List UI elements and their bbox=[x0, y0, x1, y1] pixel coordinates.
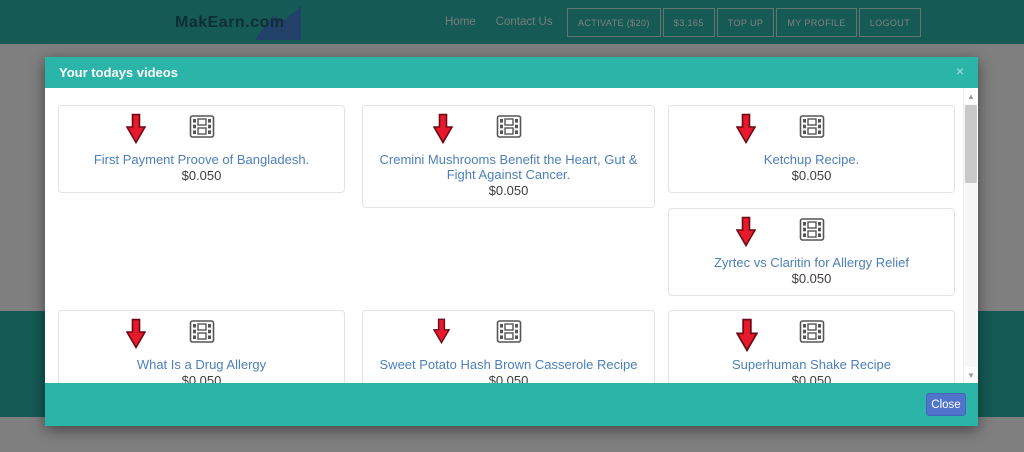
film-icon bbox=[189, 320, 214, 343]
video-card[interactable]: Ketchup Recipe. $0.050 bbox=[668, 105, 955, 193]
film-icon bbox=[799, 218, 824, 241]
close-icon[interactable]: × bbox=[956, 64, 964, 78]
video-card[interactable]: Cremini Mushrooms Benefit the Heart, Gut… bbox=[362, 105, 655, 208]
modal-title: Your todays videos bbox=[59, 65, 178, 80]
close-button[interactable]: Close bbox=[926, 393, 966, 416]
video-title-link[interactable]: First Payment Proove of Bangladesh. bbox=[94, 152, 309, 167]
todays-videos-modal: Your todays videos × bbox=[45, 57, 978, 426]
video-price: $0.050 bbox=[489, 373, 529, 383]
film-icon bbox=[189, 115, 214, 138]
card-icons bbox=[59, 318, 344, 354]
film-icon bbox=[496, 320, 521, 343]
film-icon bbox=[496, 115, 521, 138]
film-icon bbox=[799, 115, 824, 138]
video-card[interactable]: Zyrtec vs Claritin for Allergy Relief $0… bbox=[668, 208, 955, 296]
scroll-up-icon[interactable]: ▲ bbox=[964, 88, 978, 104]
red-arrow-down-icon bbox=[736, 318, 758, 352]
card-icons bbox=[363, 318, 654, 354]
film-icon bbox=[799, 320, 824, 343]
video-price: $0.050 bbox=[792, 168, 832, 183]
red-arrow-down-icon bbox=[126, 318, 146, 349]
card-icons bbox=[669, 113, 954, 149]
video-card[interactable]: Sweet Potato Hash Brown Casserole Recipe… bbox=[362, 310, 655, 383]
red-arrow-down-icon bbox=[736, 216, 756, 247]
video-price: $0.050 bbox=[182, 168, 222, 183]
video-title-link[interactable]: Zyrtec vs Claritin for Allergy Relief bbox=[714, 255, 909, 270]
video-title-link[interactable]: Cremini Mushrooms Benefit the Heart, Gut… bbox=[372, 152, 646, 182]
video-title-link[interactable]: Sweet Potato Hash Brown Casserole Recipe bbox=[380, 357, 638, 372]
video-price: $0.050 bbox=[792, 271, 832, 286]
modal-scrollbar[interactable]: ▲ ▼ bbox=[963, 88, 977, 383]
scrollbar-thumb[interactable] bbox=[965, 105, 977, 183]
red-arrow-down-icon bbox=[736, 113, 756, 144]
modal-header: Your todays videos × bbox=[45, 57, 978, 88]
scroll-down-icon[interactable]: ▼ bbox=[964, 367, 978, 383]
video-card[interactable]: First Payment Proove of Bangladesh. $0.0… bbox=[58, 105, 345, 193]
red-arrow-down-icon bbox=[433, 113, 453, 144]
red-arrow-down-icon bbox=[126, 113, 146, 144]
video-title-link[interactable]: Ketchup Recipe. bbox=[764, 152, 859, 167]
video-card[interactable]: Superhuman Shake Recipe $0.050 bbox=[668, 310, 955, 383]
video-price: $0.050 bbox=[489, 183, 529, 198]
modal-footer: Close bbox=[45, 383, 978, 426]
card-icons bbox=[59, 113, 344, 149]
video-price: $0.050 bbox=[792, 373, 832, 383]
video-card[interactable]: What Is a Drug Allergy $0.050 bbox=[58, 310, 345, 383]
card-icons bbox=[669, 216, 954, 252]
card-icons bbox=[363, 113, 654, 149]
card-icons bbox=[669, 318, 954, 354]
video-price: $0.050 bbox=[182, 373, 222, 383]
video-title-link[interactable]: What Is a Drug Allergy bbox=[137, 357, 266, 372]
screen: MakEarn.com Home Contact Us ACTIVATE ($2… bbox=[0, 0, 1024, 452]
video-title-link[interactable]: Superhuman Shake Recipe bbox=[732, 357, 891, 372]
modal-body: First Payment Proove of Bangladesh. $0.0… bbox=[45, 88, 978, 383]
red-arrow-down-icon bbox=[433, 318, 450, 344]
